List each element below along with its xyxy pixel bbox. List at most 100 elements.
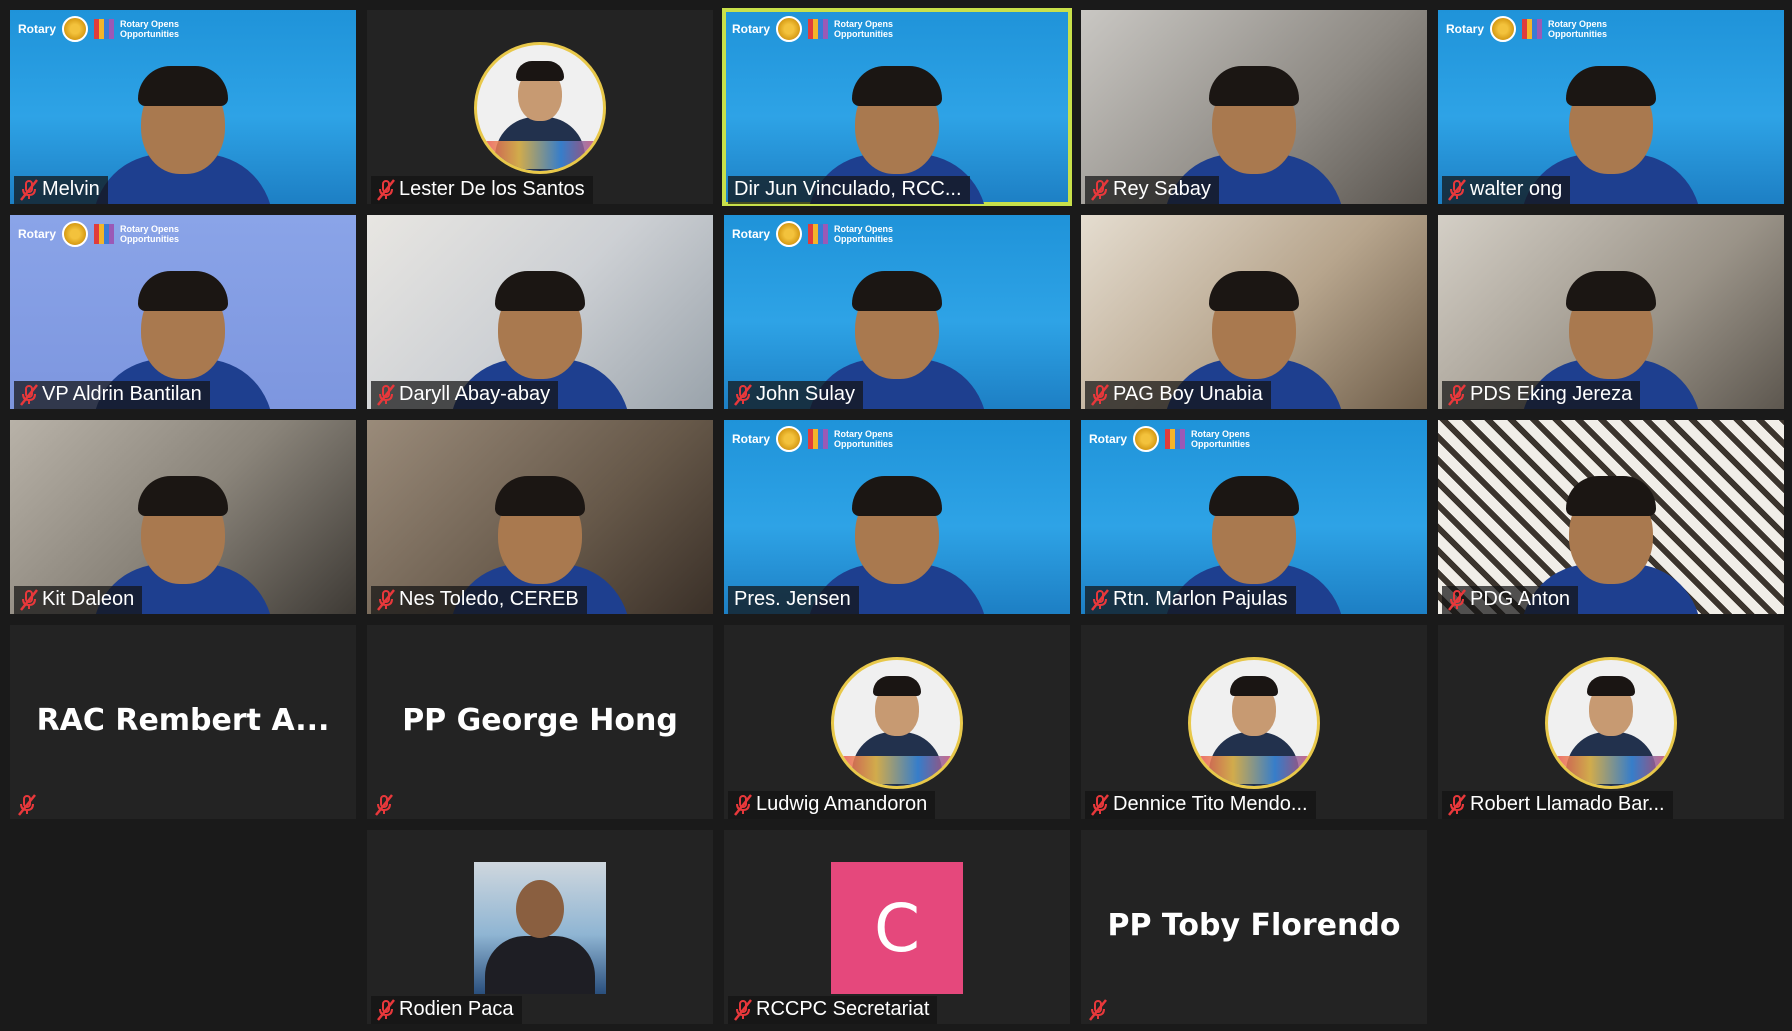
mic-muted-icon [1091,178,1109,201]
participant-name: PDG Anton [1470,588,1571,610]
flags-icon [94,224,115,244]
participant-name: walter ong [1470,178,1563,200]
participant-name: Rtn. Marlon Pajulas [1113,588,1288,610]
rotary-wheel-icon [776,221,803,247]
participant-name-label: Dennice Tito Mendo... [1085,791,1316,819]
mic-muted-icon [1091,383,1109,406]
participant-name: Dir Jun Vinculado, RCC... [734,178,962,200]
participant-display-name: RAC Rembert A... [36,703,330,738]
rotary-tagline: Rotary Opens Opportunities [120,224,180,244]
participant-tile[interactable]: Rotary Rotary Opens Opportunities John Sula… [724,215,1070,409]
participant-name-label: Rodien Paca [371,996,522,1024]
participant-tile[interactable]: Kit Daleon [10,420,356,614]
rotary-wheel-icon [62,221,89,247]
mic-muted-icon [377,588,395,611]
participant-tile[interactable]: Dennice Tito Mendo... [1081,625,1427,819]
flags-icon [808,19,829,39]
mic-muted-icon [734,383,752,406]
mic-muted-icon [20,383,38,406]
rotary-tagline: Rotary Opens Opportunities [1548,19,1608,39]
participant-tile[interactable]: Nes Toledo, CEREB [367,420,713,614]
participant-name-label: Rtn. Marlon Pajulas [1085,586,1296,614]
flags-icon [1165,429,1186,449]
participant-name: Ludwig Amandoron [756,793,928,815]
participant-tile[interactable]: PAG Boy Unabia [1081,215,1427,409]
participant-tile[interactable]: Daryll Abay-abay [367,215,713,409]
rotary-brand-text: Rotary [732,22,771,36]
letter-avatar: C [831,862,963,994]
rotary-tagline: Rotary Opens Opportunities [834,429,894,449]
mic-muted-icon [1448,793,1466,816]
participant-tile[interactable]: PDG Anton [1438,420,1784,614]
participant-name-label [14,792,44,819]
participant-name: John Sulay [756,383,855,405]
rotary-banner: Rotary Rotary Opens Opportunities [18,16,179,42]
participant-name-label [371,792,401,819]
participant-name-label [1085,997,1115,1024]
participant-name-label: John Sulay [728,381,863,409]
participant-tile[interactable]: Lester De los Santos [367,10,713,204]
participant-tile[interactable]: RAC Rembert A... [10,625,356,819]
participant-tile[interactable]: PP Toby Florendo [1081,830,1427,1024]
participant-name: Pres. Jensen [734,588,851,610]
participant-tile[interactable]: Rotary Rotary Opens Opportunities Dir Jun V… [722,8,1072,206]
participant-name: Nes Toledo, CEREB [399,588,579,610]
participant-name: VP Aldrin Bantilan [42,383,202,405]
participant-tile[interactable]: PP George Hong [367,625,713,819]
participant-name: Lester De los Santos [399,178,585,200]
mic-muted-icon [1091,588,1109,611]
participant-name: Dennice Tito Mendo... [1113,793,1308,815]
participant-tile[interactable]: Rodien Paca [367,830,713,1024]
participant-name-label: Rey Sabay [1085,176,1219,204]
participant-name-label: Lester De los Santos [371,176,593,204]
rotary-banner: Rotary Rotary Opens Opportunities [732,426,893,452]
rotary-brand-text: Rotary [732,432,771,446]
rotary-tagline: Rotary Opens Opportunities [1191,429,1251,449]
participant-name-label: Melvin [14,176,108,204]
rotary-brand-text: Rotary [1089,432,1128,446]
rotary-banner: Rotary Rotary Opens Opportunities [732,221,893,247]
participant-display-name: PP Toby Florendo [1107,908,1401,943]
participant-name: Rodien Paca [399,998,514,1020]
participant-tile[interactable]: Rotary Rotary Opens Opportunities walter on… [1438,10,1784,204]
rotary-brand-text: Rotary [732,227,771,241]
participant-name-label: Robert Llamado Bar... [1442,791,1673,819]
rotary-brand-text: Rotary [18,22,57,36]
participant-name: Melvin [42,178,100,200]
profile-avatar [474,42,606,174]
participant-name: Daryll Abay-abay [399,383,551,405]
participant-tile[interactable]: Robert Llamado Bar... [1438,625,1784,819]
participant-name-label: walter ong [1442,176,1571,204]
flags-icon [94,19,115,39]
profile-photo [474,862,606,994]
participant-name: Kit Daleon [42,588,135,610]
video-feed-person [93,54,273,204]
participant-tile[interactable]: Rotary Rotary Opens Opportunities Rtn. Marl… [1081,420,1427,614]
participant-tile[interactable]: PDS Eking Jereza [1438,215,1784,409]
participant-name-label: Kit Daleon [14,586,143,614]
participant-tile[interactable]: Ludwig Amandoron [724,625,1070,819]
participant-name: PAG Boy Unabia [1113,383,1263,405]
participant-tile[interactable]: Rotary Rotary Opens Opportunities Pres. Jen… [724,420,1070,614]
participant-name-label: VP Aldrin Bantilan [14,381,210,409]
participant-name: Robert Llamado Bar... [1470,793,1665,815]
rotary-tagline: Rotary Opens Opportunities [834,19,894,39]
mic-muted-icon [734,793,752,816]
rotary-banner: Rotary Rotary Opens Opportunities [732,16,893,42]
rotary-tagline: Rotary Opens Opportunities [120,19,180,39]
rotary-banner: Rotary Rotary Opens Opportunities [1446,16,1607,42]
rotary-wheel-icon [776,16,803,42]
participant-name-label: Ludwig Amandoron [728,791,936,819]
participant-tile[interactable]: C RCCPC Secretariat [724,830,1070,1024]
flags-icon [808,429,829,449]
mic-muted-icon [1089,999,1107,1021]
participant-name-label: Nes Toledo, CEREB [371,586,587,614]
participant-tile[interactable]: Rotary Rotary Opens Opportunities Melvin [10,10,356,204]
rotary-wheel-icon [1133,426,1160,452]
participant-tile[interactable]: Rotary Rotary Opens Opportunities VP Aldrin… [10,215,356,409]
participant-name: Rey Sabay [1113,178,1211,200]
participant-name-label: Daryll Abay-abay [371,381,559,409]
mic-muted-icon [1091,793,1109,816]
rotary-banner: Rotary Rotary Opens Opportunities [1089,426,1250,452]
participant-tile[interactable]: Rey Sabay [1081,10,1427,204]
